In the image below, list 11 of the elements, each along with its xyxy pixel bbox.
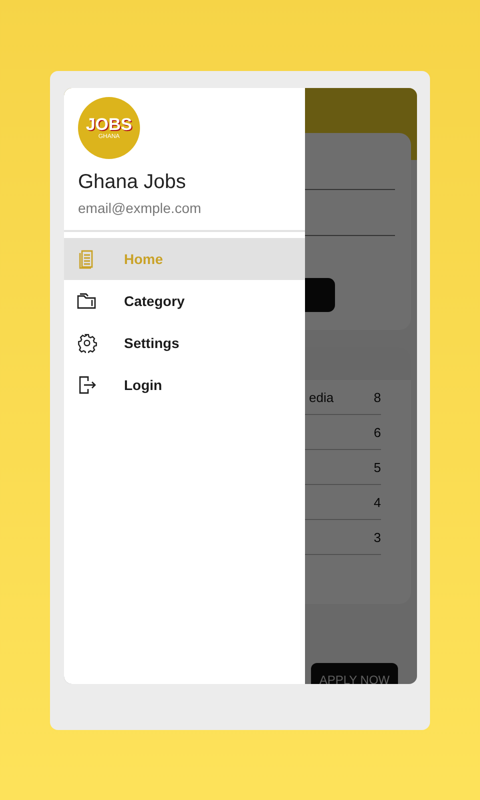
job-count: 3 (374, 530, 381, 544)
job-count: 5 (374, 460, 381, 474)
job-count: 4 (374, 494, 381, 510)
folder-icon (77, 292, 97, 310)
logout-icon (78, 375, 96, 395)
job-count: 6 (374, 424, 381, 440)
settings-icon (77, 333, 97, 353)
category-name: edia (309, 390, 334, 404)
app-title: Ghana Jobs (78, 171, 186, 194)
job-count: 8 (374, 390, 381, 404)
email-text: email@exmple.com (78, 200, 202, 216)
